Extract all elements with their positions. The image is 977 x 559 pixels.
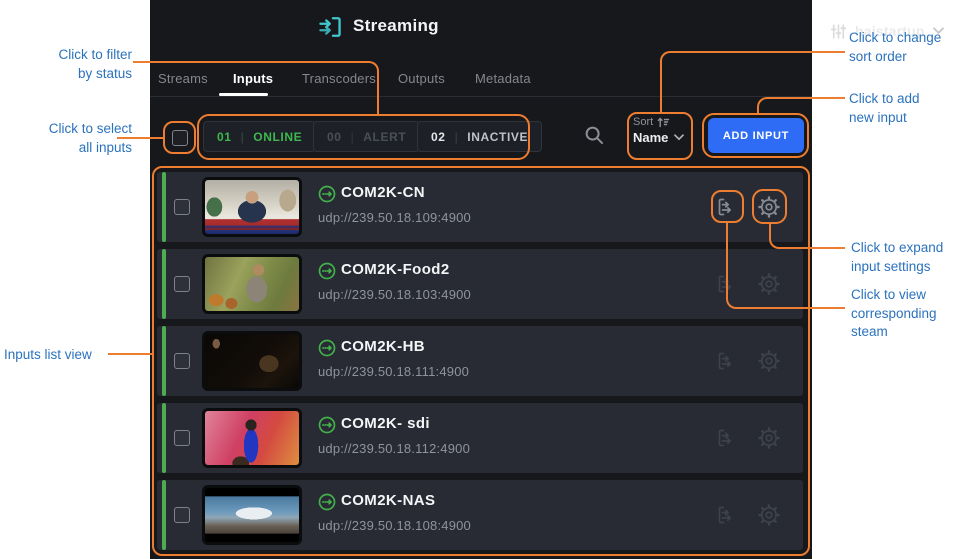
add-input-button[interactable]: ADD INPUT [708,118,804,153]
annotation-text-line: Click to select [8,120,132,139]
settings-button[interactable] [756,271,782,297]
alert-label: ALERT [363,130,406,144]
input-row[interactable]: COM2K-HB udp://239.50.18.111:4900 [157,326,803,396]
annotation-text-line: input settings [851,258,943,277]
input-url: udp://239.50.18.112:4900 [318,441,470,456]
sort-ascending-icon [657,116,670,128]
chip-divider: | [241,130,245,144]
input-name: COM2K-HB [341,338,425,355]
view-stream-button[interactable] [714,272,738,296]
row-select-checkbox[interactable] [174,199,190,215]
input-online-icon [318,339,336,357]
input-online-icon [318,416,336,434]
view-stream-button[interactable] [714,195,738,219]
row-select-checkbox[interactable] [174,276,190,292]
input-thumbnail [202,331,302,391]
settings-button[interactable] [756,502,782,528]
view-stream-button[interactable] [714,503,738,527]
annotation-label-sort-order: Click to change sort order [849,29,941,66]
input-thumbnail [202,485,302,545]
annotation-label-select-all: Click to select all inputs [8,120,132,157]
row-select-checkbox[interactable] [174,507,190,523]
active-tab-underline [219,93,268,96]
tab-inputs[interactable]: Inputs [233,71,273,86]
status-stripe [162,249,166,319]
streaming-logo-icon [316,13,344,41]
settings-button[interactable] [756,194,782,220]
online-count: 01 [217,130,232,144]
screenshot-canvas: Streaming haistartup Streams Inputs Tran… [0,0,977,559]
search-icon[interactable] [584,125,605,146]
row-select-checkbox[interactable] [174,353,190,369]
annotation-text-line: new input [849,109,920,128]
row-select-checkbox[interactable] [174,430,190,446]
annotation-label-expand-settings: Click to expand input settings [851,239,943,276]
sliders-icon [830,23,847,40]
annotation-label-add-input: Click to add new input [849,90,920,127]
view-stream-button[interactable] [714,349,738,373]
annotation-text-line: by status [8,65,132,84]
sort-label: Sort [633,116,653,128]
input-url: udp://239.50.18.103:4900 [318,287,471,302]
tabbar-divider [150,96,812,97]
annotation-text-line: corresponding [851,305,937,324]
status-stripe [162,403,166,473]
input-name: COM2K-NAS [341,492,435,509]
input-online-icon [318,185,336,203]
filter-chip-alert[interactable]: 00 | ALERT [313,121,420,152]
select-all-checkbox[interactable] [172,130,188,146]
input-online-icon [318,493,336,511]
sort-control[interactable]: Sort Name [633,116,684,145]
annotation-text-line: Click to add [849,90,920,109]
input-online-icon [318,262,336,280]
alert-count: 00 [327,130,342,144]
inactive-count: 02 [431,130,446,144]
input-url: udp://239.50.18.109:4900 [318,210,471,225]
annotation-text-line: Click to view [851,286,937,305]
input-name: COM2K-CN [341,184,425,201]
status-stripe [162,172,166,242]
input-name: COM2K-Food2 [341,261,450,278]
status-stripe [162,480,166,550]
filter-chip-online[interactable]: 01 | ONLINE [203,121,316,152]
annotation-text-line: Inputs list view [4,346,92,365]
input-url: udp://239.50.18.108:4900 [318,518,471,533]
tab-outputs[interactable]: Outputs [398,71,445,86]
input-url: udp://239.50.18.111:4900 [318,364,469,379]
input-row[interactable]: COM2K-Food2 udp://239.50.18.103:4900 [157,249,803,319]
page-title: Streaming [353,16,439,36]
tab-metadata[interactable]: Metadata [475,71,531,86]
chip-divider: | [351,130,355,144]
annotation-text-line: all inputs [8,139,132,158]
annotation-text-line: sort order [849,48,941,67]
chevron-down-icon [674,134,684,141]
inactive-label: INACTIVE [467,130,528,144]
settings-button[interactable] [756,348,782,374]
tab-transcoders[interactable]: Transcoders [302,71,376,86]
chip-divider: | [455,130,459,144]
view-stream-button[interactable] [714,426,738,450]
input-thumbnail [202,254,302,314]
annotation-text-line: Click to filter [8,46,132,65]
annotation-label-view-stream: Click to view corresponding steam [851,286,937,342]
annotation-text-line: Click to change [849,29,941,48]
settings-button[interactable] [756,425,782,451]
annotation-text-line: Click to expand [851,239,943,258]
online-label: ONLINE [253,130,302,144]
sort-value: Name [633,130,668,145]
input-name: COM2K- sdi [341,415,430,432]
callout-line-list-view [108,353,152,355]
tab-streams[interactable]: Streams [158,71,208,86]
input-row[interactable]: COM2K-NAS udp://239.50.18.108:4900 [157,480,803,550]
filter-chip-inactive[interactable]: 02 | INACTIVE [417,121,542,152]
annotation-label-filter-status: Click to filter by status [8,46,132,83]
annotation-label-list-view: Inputs list view [4,346,92,365]
input-thumbnail [202,408,302,468]
input-row[interactable]: COM2K- sdi udp://239.50.18.112:4900 [157,403,803,473]
input-thumbnail [202,177,302,237]
input-row[interactable]: COM2K-CN udp://239.50.18.109:4900 [157,172,803,242]
status-stripe [162,326,166,396]
annotation-text-line: steam [851,323,937,342]
